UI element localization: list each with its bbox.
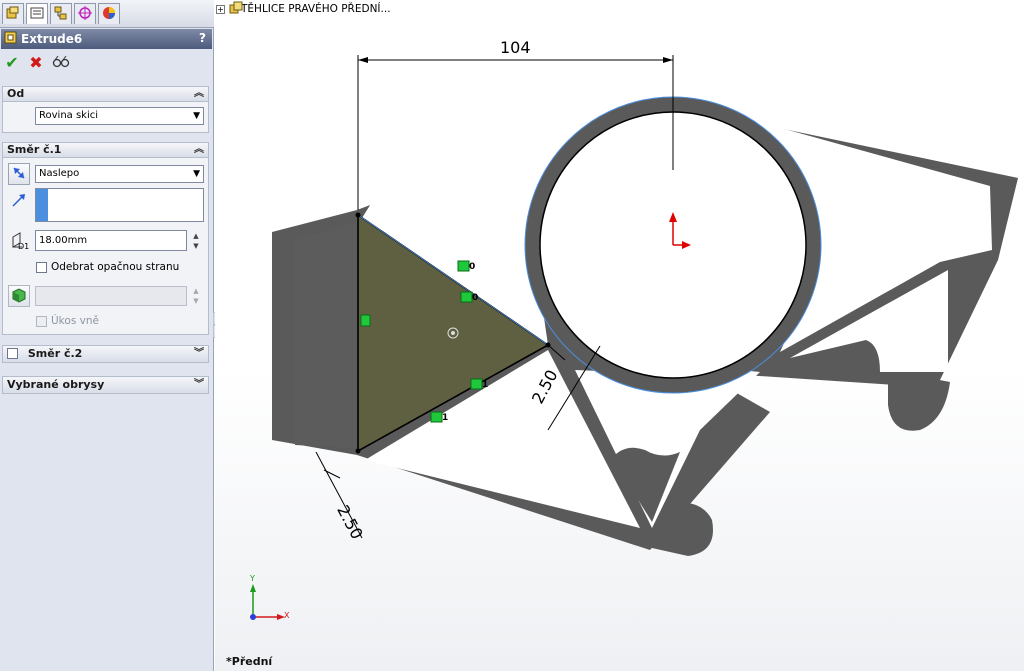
group-smer2-header[interactable]: Směr č.2 ︾: [2, 345, 209, 363]
extrude-icon: [4, 31, 17, 47]
depth-spinner[interactable]: ▲ ▼: [191, 231, 201, 251]
group-smer1-header[interactable]: Směr č.1 ︽: [2, 142, 209, 158]
dimension-104-text[interactable]: 104: [500, 38, 531, 57]
close-icon: ✖: [29, 53, 43, 72]
configuration-icon: [54, 6, 68, 23]
group-obrysy-label: Vybrané obrysy: [7, 378, 105, 391]
group-smer2-label: Směr č.2: [27, 347, 83, 360]
flip-side-label: Odebrat opačnou stranu: [51, 261, 180, 273]
direction-arrow-icon: [11, 192, 27, 211]
group-od-label: Od: [7, 87, 25, 100]
tab-configuration-manager[interactable]: [50, 3, 72, 24]
reverse-direction-button[interactable]: [8, 163, 30, 185]
group-od-body: Rovina skici ▼: [2, 102, 209, 133]
reverse-direction-icon: [11, 165, 27, 184]
manager-tabs: [0, 0, 214, 28]
checkmark-icon: ✔: [5, 53, 19, 72]
group-od-header[interactable]: Od ︽: [2, 86, 209, 102]
relation-tag-4: 1: [442, 413, 449, 423]
property-manager-icon: [30, 6, 44, 23]
tab-feature-tree[interactable]: [2, 3, 24, 24]
graphics-viewport[interactable]: [215, 0, 1024, 671]
action-buttons: ✔ ✖: [2, 53, 82, 73]
property-manager: Extrude6 ? ✔ ✖ Od ︽ Rovina skici ▼ Směr …: [0, 0, 214, 671]
depth-input[interactable]: 18.00mm: [35, 230, 187, 251]
expand-icon[interactable]: +: [216, 4, 225, 14]
appearance-icon: [102, 6, 116, 23]
flip-side-checkbox[interactable]: [36, 262, 47, 273]
part-icon: [229, 1, 243, 18]
tab-dimxpert[interactable]: [74, 3, 96, 24]
part-name: TĚHLICE PRAVÉHO PŘEDNÍ...: [241, 3, 391, 15]
group-smer1-label: Směr č.1: [7, 143, 62, 156]
end-condition-value: Naslepo: [39, 168, 80, 179]
from-value: Rovina skici: [39, 110, 99, 121]
draft-outward-checkbox[interactable]: [36, 316, 47, 327]
cancel-button[interactable]: ✖: [26, 53, 46, 73]
crosshair-icon: [78, 5, 92, 23]
tab-display-manager[interactable]: [98, 3, 120, 24]
help-button[interactable]: ?: [199, 31, 206, 45]
draft-angle-spinner[interactable]: ▲ ▼: [191, 286, 201, 306]
draft-button[interactable]: [8, 285, 30, 307]
from-combo[interactable]: Rovina skici ▼: [35, 107, 204, 125]
chevron-up-icon: ︽: [194, 88, 204, 99]
triad-x-label: X: [284, 611, 290, 620]
preview-button[interactable]: [51, 53, 71, 73]
depth-dimension-label: D1: [18, 242, 30, 251]
triad-y-label: Y: [250, 574, 255, 583]
chevron-down-double-icon: ︾: [194, 348, 204, 359]
view-orientation-label: *Přední: [226, 655, 273, 668]
group-smer1-body: Naslepo ▼ D1 18.00mm ▲ ▼ Odebrat opačnou …: [2, 158, 209, 335]
relation-tag-2: 0: [472, 293, 479, 303]
end-condition-combo[interactable]: Naslepo ▼: [35, 165, 204, 183]
direction2-checkbox[interactable]: [7, 347, 18, 359]
flyout-tree-node[interactable]: + TĚHLICE PRAVÉHO PŘEDNÍ...: [216, 1, 391, 17]
draft-angle-input[interactable]: [35, 286, 187, 306]
chevron-down-icon: ▼: [193, 111, 200, 121]
feature-name: Extrude6: [21, 32, 83, 46]
draft-outward-label: Úkos vně: [51, 315, 99, 327]
feature-title-bar: Extrude6 ?: [1, 29, 212, 49]
chevron-down-icon: ▼: [193, 169, 200, 179]
feature-tree-icon: [6, 6, 20, 23]
tab-property-manager[interactable]: [26, 3, 48, 24]
relation-tag-3: 1: [482, 380, 489, 390]
chevron-up-icon: ︽: [194, 144, 204, 155]
depth-value: 18.00mm: [39, 235, 88, 246]
glasses-icon: [52, 53, 70, 72]
direction-reference-list[interactable]: [35, 188, 204, 222]
chevron-down-double-icon: ︾: [194, 379, 204, 390]
ok-button[interactable]: ✔: [2, 53, 22, 73]
selection-highlight: [36, 189, 48, 221]
relation-tag-1: 0: [469, 262, 476, 272]
draft-icon: [11, 287, 27, 306]
group-obrysy-header[interactable]: Vybrané obrysy ︾: [2, 376, 209, 394]
